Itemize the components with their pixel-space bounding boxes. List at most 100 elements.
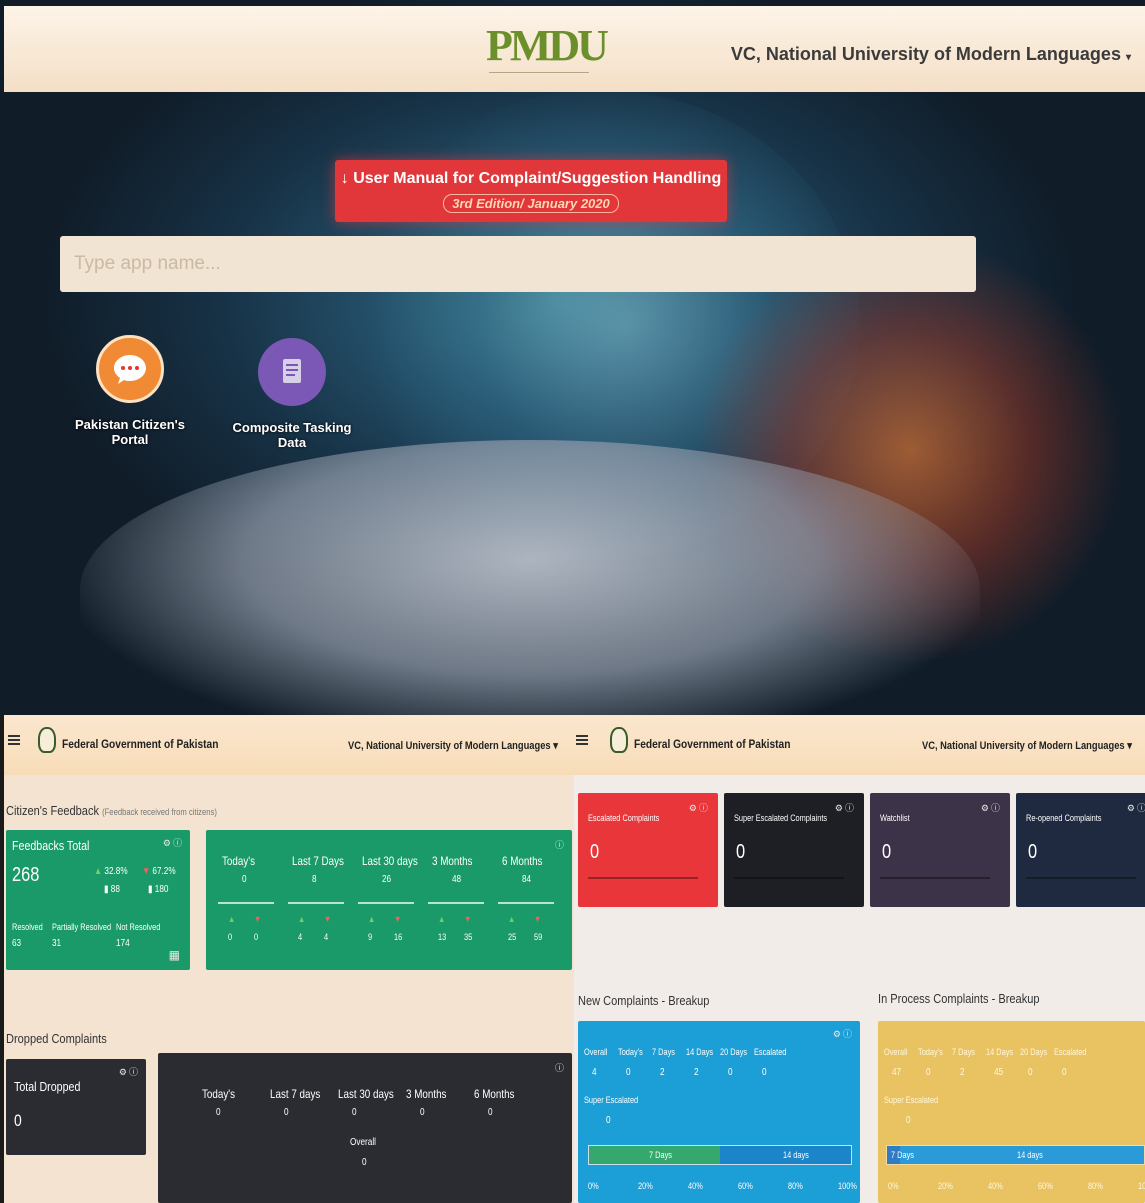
- thumbs-up-icon: ▲: [298, 914, 306, 924]
- period-total: 0: [242, 874, 247, 885]
- super-escalated-label: Super Escalated: [584, 1095, 639, 1105]
- card-underline: [588, 877, 698, 879]
- axis-tick-label: 40%: [688, 1181, 703, 1191]
- axis-tick-label: 20%: [938, 1181, 953, 1191]
- card-value: 0: [1028, 841, 1038, 863]
- inprocess-breakup-title: In Process Complaints - Breakup: [878, 991, 1040, 1006]
- card-tools[interactable]: ⚙ⓘ: [835, 801, 856, 814]
- app-search-input[interactable]: [60, 236, 976, 292]
- breakup-col-label: 14 Days: [686, 1047, 714, 1057]
- thumbs-down-icon: ▼: [534, 914, 542, 924]
- breakup-col-value: 2: [694, 1067, 699, 1078]
- breakup-col-label: 7 Days: [952, 1047, 975, 1057]
- info-icon[interactable]: ⓘ: [555, 1061, 566, 1074]
- period-value: 0: [488, 1107, 493, 1118]
- thumbs-up-icon: ▲: [94, 866, 103, 877]
- period-label: Today's: [202, 1087, 236, 1101]
- negative-count-value: 180: [154, 884, 169, 895]
- card-label: Watchlist: [880, 813, 910, 823]
- logo-text: PMDU: [486, 21, 609, 70]
- card-underline: [734, 877, 844, 879]
- table-icon[interactable]: ▦: [169, 948, 182, 962]
- period-up: 9: [368, 932, 373, 942]
- card-tools[interactable]: ⚙ⓘ: [833, 1027, 854, 1040]
- axis-tick-label: 20%: [638, 1181, 653, 1191]
- app-pakistan-citizens-portal[interactable]: Pakistan Citizen's Portal: [60, 335, 200, 447]
- hamburger-menu-icon[interactable]: [8, 735, 20, 745]
- pmdu-logo[interactable]: PMDU: [486, 20, 609, 71]
- breakup-col-label: 7 Days: [652, 1047, 675, 1057]
- card-tools[interactable]: ⚙ⓘ: [981, 801, 1002, 814]
- period-divider: [358, 902, 414, 904]
- period-up: 13: [438, 932, 447, 942]
- not-resolved-value: 174: [116, 938, 130, 949]
- hamburger-menu-icon[interactable]: [576, 735, 588, 745]
- feedback-periods-card: ⓘ Today's 0 ▲ ▼ 0 0 Last 7 Days 8 ▲ ▼ 4 4 Last 30 da…: [206, 830, 572, 970]
- manual-edition: 3rd Edition/ January 2020: [443, 194, 619, 213]
- card-label: Feedbacks Total: [12, 838, 90, 853]
- partial-value: 31: [52, 938, 62, 949]
- info-icon[interactable]: ⓘ: [555, 838, 566, 851]
- overall-value: 0: [362, 1157, 367, 1168]
- thumbs-down-icon: ▼: [142, 866, 151, 877]
- user-menu[interactable]: VC, National University of Modern Langua…: [922, 739, 1132, 752]
- axis-tick-label: 60%: [738, 1181, 753, 1191]
- breakup-col-value: 0: [626, 1067, 631, 1078]
- period-down: 16: [394, 932, 403, 942]
- breakup-col-value: 47: [892, 1067, 902, 1078]
- chat-bubble-icon: [96, 335, 164, 403]
- user-menu[interactable]: VC, National University of Modern Langua…: [731, 44, 1131, 65]
- card-tools[interactable]: ⚙ⓘ: [689, 801, 710, 814]
- dropped-periods-card: ⓘ Today's 0 Last 7 days 0 Last 30 days 0 3 Mon…: [158, 1053, 572, 1203]
- period-total: 26: [382, 874, 392, 885]
- app-composite-tasking-data[interactable]: Composite Tasking Data: [222, 338, 362, 450]
- card-underline: [880, 877, 990, 879]
- breakup-col-label: Overall: [584, 1047, 608, 1057]
- user-menu[interactable]: VC, National University of Modern Langua…: [348, 739, 558, 752]
- period-divider: [498, 902, 554, 904]
- card-value: 0: [590, 841, 600, 863]
- user-manual-button[interactable]: ↓ User Manual for Complaint/Suggestion H…: [335, 160, 727, 222]
- breakup-col-label: Today's: [918, 1047, 943, 1057]
- positive-percent: ▲ 32.8%: [94, 866, 128, 877]
- breakup-col-value: 45: [994, 1067, 1004, 1078]
- status-card: Watchlist ⚙ⓘ 0: [870, 793, 1010, 907]
- period-label: Last 30 days: [362, 854, 418, 868]
- negative-percent-value: 67.2%: [152, 866, 176, 877]
- period-value: 0: [284, 1107, 289, 1118]
- status-card: Re-opened Complaints ⚙ⓘ 0: [1016, 793, 1145, 907]
- card-tools[interactable]: ⚙ⓘ: [119, 1065, 140, 1078]
- logo-underline: [489, 72, 589, 78]
- breakup-col-value: 0: [1028, 1067, 1033, 1078]
- period-down: 35: [464, 932, 473, 942]
- period-label: 3 Months: [406, 1087, 447, 1101]
- card-tools[interactable]: ⚙ⓘ: [163, 836, 184, 849]
- breakup-col-value: 2: [660, 1067, 665, 1078]
- inprocess-breakup-progress: 7 Days 14 days: [886, 1145, 1145, 1165]
- breakup-col-label: Today's: [618, 1047, 643, 1057]
- period-up: 25: [508, 932, 517, 942]
- thumbs-up-icon: ▲: [438, 914, 446, 924]
- period-label: 3 Months: [432, 854, 473, 868]
- app-label: Pakistan Citizen's Portal: [74, 417, 186, 447]
- axis-tick-label: 80%: [1088, 1181, 1103, 1191]
- period-divider: [288, 902, 344, 904]
- breakup-col-value: 2: [960, 1067, 965, 1078]
- card-tools[interactable]: ⚙ⓘ: [1127, 801, 1145, 814]
- new-breakup-title: New Complaints - Breakup: [578, 993, 710, 1008]
- status-card: Super Escalated Complaints ⚙ⓘ 0: [724, 793, 864, 907]
- positive-percent-value: 32.8%: [104, 866, 128, 877]
- axis-tick-label: 80%: [788, 1181, 803, 1191]
- resolved-value: 63: [12, 938, 22, 949]
- feedbacks-total-card: Feedbacks Total ⚙ⓘ 268 ▲ 32.8% ▼ 67.2% ▮…: [6, 830, 190, 970]
- not-resolved-label: Not Resolved: [116, 922, 161, 932]
- bar-label-a: 7 Days: [891, 1150, 914, 1160]
- axis-tick-label: 40%: [988, 1181, 1003, 1191]
- dashboard-header: Federal Government of Pakistan VC, Natio…: [4, 715, 574, 775]
- period-label: Last 7 days: [270, 1087, 321, 1101]
- card-label: Escalated Complaints: [588, 813, 660, 823]
- user-name: VC, National University of Modern Langua…: [730, 44, 1121, 64]
- total-value: 268: [12, 864, 40, 886]
- caret-down-icon: ▾: [1125, 52, 1131, 63]
- left-dashboard: Federal Government of Pakistan VC, Natio…: [4, 715, 574, 1203]
